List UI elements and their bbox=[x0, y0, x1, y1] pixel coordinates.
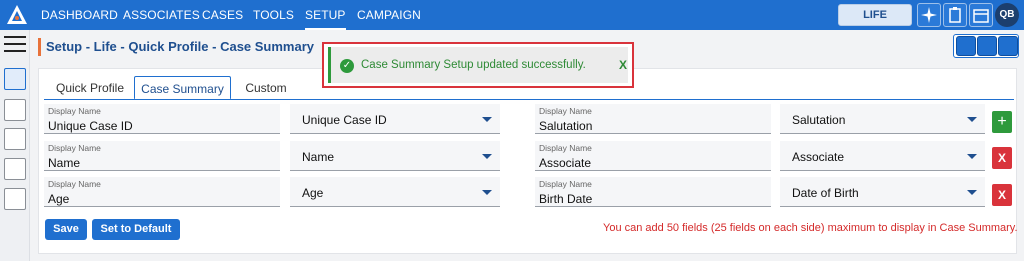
display-name-field[interactable]: Display Name Birth Date bbox=[535, 177, 771, 207]
toast-message: Case Summary Setup updated successfully. bbox=[361, 59, 586, 71]
display-name-field[interactable]: Display Name Unique Case ID bbox=[44, 104, 280, 134]
profile-settings-icon[interactable] bbox=[4, 68, 26, 90]
attachment-icon[interactable] bbox=[998, 36, 1018, 56]
chevron-down-icon bbox=[967, 154, 977, 159]
people-icon[interactable] bbox=[956, 36, 976, 56]
life-selector-button[interactable]: LIFE bbox=[838, 4, 912, 26]
success-toast: ✓ Case Summary Setup updated successfull… bbox=[322, 42, 634, 88]
tab-quick-profile[interactable]: Quick Profile bbox=[52, 76, 128, 100]
field-select[interactable]: Associate bbox=[780, 141, 985, 171]
field-label: Display Name bbox=[539, 179, 592, 189]
image-icon[interactable] bbox=[4, 99, 26, 121]
field-select[interactable]: Unique Case ID bbox=[290, 104, 500, 134]
nav-campaign[interactable]: CAMPAIGN bbox=[357, 0, 421, 30]
display-name-field[interactable]: Display Name Age bbox=[44, 177, 280, 207]
select-value: Age bbox=[302, 186, 324, 200]
field-label: Display Name bbox=[539, 106, 592, 116]
top-nav-bar: DASHBOARD ASSOCIATES CASES TOOLS SETUP C… bbox=[0, 0, 1024, 30]
field-value: Associate bbox=[539, 156, 592, 170]
chevron-down-icon bbox=[967, 117, 977, 122]
monitor-icon[interactable] bbox=[4, 158, 26, 180]
display-name-field[interactable]: Display Name Name bbox=[44, 141, 280, 171]
field-label: Display Name bbox=[539, 143, 592, 153]
field-value: Unique Case ID bbox=[48, 119, 133, 133]
sparkle-icon[interactable] bbox=[917, 3, 941, 27]
nav-cases[interactable]: CASES bbox=[202, 0, 243, 30]
field-label: Display Name bbox=[48, 143, 101, 153]
field-label: Display Name bbox=[48, 179, 101, 189]
field-select[interactable]: Salutation bbox=[780, 104, 985, 134]
add-field-button[interactable]: + bbox=[992, 111, 1012, 133]
max-fields-notice: You can add 50 fields (25 fields on each… bbox=[603, 222, 1018, 234]
field-value: Salutation bbox=[539, 119, 593, 133]
toast-body: ✓ Case Summary Setup updated successfull… bbox=[328, 47, 628, 83]
field-select[interactable]: Name bbox=[290, 141, 500, 171]
select-value: Unique Case ID bbox=[302, 113, 387, 127]
settings-icon[interactable] bbox=[977, 36, 997, 56]
app-logo-icon[interactable] bbox=[5, 3, 29, 27]
form-icon[interactable] bbox=[4, 188, 26, 210]
remove-field-button[interactable]: X bbox=[992, 147, 1012, 169]
nav-setup[interactable]: SETUP bbox=[305, 0, 346, 30]
user-avatar[interactable]: QB bbox=[995, 3, 1019, 27]
chevron-down-icon bbox=[482, 190, 492, 195]
calendar-icon[interactable] bbox=[969, 3, 993, 27]
chevron-down-icon bbox=[967, 190, 977, 195]
select-value: Name bbox=[302, 150, 335, 164]
remove-field-button[interactable]: X bbox=[992, 184, 1012, 206]
field-select[interactable]: Age bbox=[290, 177, 500, 207]
select-value: Date of Birth bbox=[792, 186, 859, 200]
toast-close-button[interactable]: X bbox=[619, 58, 627, 72]
chevron-down-icon bbox=[482, 154, 492, 159]
select-value: Salutation bbox=[792, 113, 846, 127]
display-name-field[interactable]: Display Name Salutation bbox=[535, 104, 771, 134]
user-icon[interactable] bbox=[4, 128, 26, 150]
field-select[interactable]: Date of Birth bbox=[780, 177, 985, 207]
save-button[interactable]: Save bbox=[45, 219, 87, 240]
nav-associates[interactable]: ASSOCIATES bbox=[123, 0, 200, 30]
field-value: Age bbox=[48, 192, 70, 206]
field-label: Display Name bbox=[48, 106, 101, 116]
check-circle-icon: ✓ bbox=[340, 59, 354, 73]
tab-custom[interactable]: Custom bbox=[240, 76, 292, 100]
field-value: Birth Date bbox=[539, 192, 593, 206]
nav-dashboard[interactable]: DASHBOARD bbox=[41, 0, 118, 30]
select-value: Associate bbox=[792, 150, 845, 164]
set-to-default-button[interactable]: Set to Default bbox=[92, 219, 180, 240]
chevron-down-icon bbox=[482, 117, 492, 122]
nav-tools[interactable]: TOOLS bbox=[253, 0, 294, 30]
clipboard-icon[interactable] bbox=[943, 3, 967, 27]
hamburger-menu-icon[interactable] bbox=[4, 36, 26, 54]
field-value: Name bbox=[48, 156, 81, 170]
tab-case-summary[interactable]: Case Summary bbox=[134, 76, 231, 100]
tab-divider bbox=[44, 99, 1014, 100]
display-name-field[interactable]: Display Name Associate bbox=[535, 141, 771, 171]
page-title: Setup - Life - Quick Profile - Case Summ… bbox=[38, 38, 314, 56]
